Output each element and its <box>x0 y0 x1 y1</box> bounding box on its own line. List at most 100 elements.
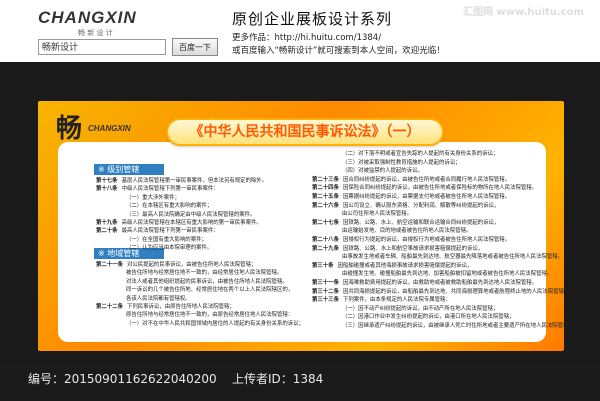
article-text: 由事故发生地或者车辆、船舶最先到达地、航空器最先降落地或者被告住所地人民法院管辖… <box>342 254 564 261</box>
article-text: 因共同海损提起的诉讼，由船舶最先到达地、共同海损理算地或者航程终止地的人民法院管… <box>342 288 570 295</box>
article-line: 第十九条 高级人民法院管辖在本辖区有重大影响的第一审民事案件。 <box>96 219 262 227</box>
brand-logo: CHANGXIN <box>38 8 137 27</box>
article-text: 中级人民法院管辖下列第一审民事案件： <box>121 186 219 193</box>
article-number: 第二十八条 <box>312 237 339 243</box>
article-line: 第二十二条 下列民事诉讼，由原告住所地人民法院管辖； <box>96 303 235 311</box>
article-line: 第二十七条 因铁路、公路、水上、航空运输和联合运输合同纠纷提起的诉讼， <box>312 219 499 227</box>
article-text: 由公司住所地人民法院管辖。 <box>342 211 413 218</box>
article-text: 对法人或者其他组织提起的民事诉讼，由被告住所地人民法院管辖。 <box>126 278 288 285</box>
article-number: 第三十二条 <box>312 288 339 295</box>
article-text: （二）对下落不明或者宣告失踪的人提起的有关身份关系的诉讼； <box>342 151 499 157</box>
article-number: 第二十九条 <box>312 245 339 252</box>
article-text: （二）在本辖区有重大影响的案件； <box>126 203 213 210</box>
article-text: 因海难救助费用提起的诉讼，由救助地或者被救助船舶最先到达地人民法院管辖。 <box>342 280 538 286</box>
article-number: 第十八条 <box>96 186 118 193</box>
article-number: 第三十条 <box>312 262 334 269</box>
article-text: 因公司设立、确认股东资格、分配利润、解散等纠纷提起的诉讼， <box>342 202 500 209</box>
article-line: （一）因不动产纠纷提起的诉讼，由不动产所在地人民法院管辖； <box>312 305 498 313</box>
article-line: （二）因港口作业中发生纠纷提起的诉讼，由港口所在地人民法院管辖； <box>312 313 515 321</box>
article-line: 第二十四条 因保险合同纠纷提起的诉讼，由被告住所地或者保险标的物所在地人民法院管辖… <box>312 184 537 192</box>
article-text: 被告住所地与经常居住地不一致的，由经常居住地人民法院管辖。 <box>126 270 283 277</box>
series-title: 原创企业展板设计系列 <box>232 10 393 28</box>
article-number: 第三十三条 <box>312 297 339 304</box>
article-line: 由碰撞发生地、碰撞船舶最先到达地、加害船舶被扣留地或者被告住所地人民法院管辖。 <box>312 270 552 278</box>
more-works-link[interactable]: 更多作品：http://hi.huitu.com/1384/ <box>232 31 381 43</box>
article-number: 第十七条 <box>96 178 118 184</box>
article-line: 由事故发生地或者车辆、船舶最先到达地、航空器最先降落地或者被告住所地人民法院管辖… <box>312 253 563 261</box>
article-text: （三）最高人民法院确定由中级人民法院管辖的案件。 <box>126 211 256 218</box>
article-text: 原告住所地与经常居住地不一致的，由原告经常居住地人民法院管辖： <box>126 312 294 319</box>
article-line: 被告住所地与经常居住地不一致的，由经常居住地人民法院管辖。 <box>96 269 282 277</box>
article-text: （二）因港口作业中发生纠纷提起的诉讼，由港口所在地人民法院管辖； <box>342 314 515 321</box>
article-number: 第二十一条 <box>96 262 123 268</box>
board-logo-text: CHANGXIN <box>88 124 131 133</box>
article-text: 同一诉讼的几个被告住所地、经常居住地在两个以上人民法院辖区的， <box>126 287 294 294</box>
article-text: （三）对被采取强制性教育措施的人提起的诉讼； <box>342 159 461 166</box>
article-text: （一）因不动产纠纷提起的诉讼，由不动产所在地人民法院管辖； <box>342 305 499 312</box>
article-text: （二）认为应当由本院审理的案件。 <box>126 245 213 252</box>
article-line: 第二十六条 因公司设立、确认股东资格、分配利润、解散等纠纷提起的诉讼， <box>312 202 499 210</box>
article-text: 因保险合同纠纷提起的诉讼，由被告住所地或者保险标的物所在地人民法院管辖。 <box>342 185 538 192</box>
article-text: 由碰撞发生地、碰撞船舶最先到达地、加害船舶被扣留地或者被告住所地人民法院管辖。 <box>342 271 553 278</box>
article-number: 第三十一条 <box>312 280 339 286</box>
article-line: 第二十八条 因侵权行为提起的诉讼，由侵权行为地或者被告住所地人民法院管辖。 <box>312 236 510 244</box>
article-line: 第三十二条 因共同海损提起的诉讼，由船舶最先到达地、共同海损理算地或者航程终止地的… <box>312 288 569 296</box>
article-text: 因合同纠纷提起的诉讼，由被告住所地或者合同履行地人民法院管辖。 <box>342 176 511 183</box>
article-text: 高级人民法院管辖在本辖区有重大影响的第一审民事案件。 <box>121 220 262 226</box>
article-line: （一）重大涉外案件； <box>96 194 180 202</box>
article-line: 由运输始发地、目的地或者被告住所地人民法院管辖。 <box>312 227 471 235</box>
search-button[interactable]: 百度一下 <box>172 38 218 56</box>
article-text: （四）对被监禁的人提起的诉讼。 <box>342 168 423 175</box>
article-line: 同一诉讼的几个被告住所地、经常居住地在两个以上人民法院辖区的， <box>96 286 293 294</box>
article-line: 由公司住所地人民法院管辖。 <box>312 210 412 218</box>
article-number: 第二十五条 <box>312 194 339 200</box>
section-level-jurisdiction: ※ 级别管辖 <box>94 164 164 175</box>
article-line: 第二十条 最高人民法院管辖下列第一审民事案件： <box>96 227 219 235</box>
article-text: 对公民提起的民事诉讼，由被告住所地人民法院管辖； <box>126 262 257 268</box>
article-text: 因船舶碰撞或者其他海损事故请求损害赔偿提起的诉讼， <box>337 262 473 269</box>
article-text: （一）在全国有重大影响的案件； <box>126 236 207 243</box>
article-number: 第二十四条 <box>312 185 339 192</box>
article-line: （二）在本辖区有重大影响的案件； <box>96 202 212 210</box>
article-line: （一）在全国有重大影响的案件； <box>96 236 207 244</box>
article-line: 对法人或者其他组织提起的民事诉讼，由被告住所地人民法院管辖。 <box>96 278 288 286</box>
article-line: 第二十五条 因票据纠纷提起的诉讼，由票据支付地或者被告住所地人民法院管辖。 <box>312 193 510 201</box>
article-line: （三）最高人民法院确定由中级人民法院管辖的案件。 <box>96 211 255 219</box>
article-line: （一）对不在中华人民共和国领域内居住的人提起的有关身份关系的诉讼； <box>96 320 304 328</box>
brand-subtitle: 畅 新 设 计 <box>78 29 113 37</box>
article-text: 各该人民法院都有管辖权。 <box>126 295 191 302</box>
article-line: （二）对下落不明或者宣告失踪的人提起的有关身份关系的诉讼； <box>312 150 498 158</box>
article-text: 最高人民法院管辖下列第一审民事案件： <box>121 228 219 235</box>
search-hint: 或百度输入“畅新设计”就可搜索到本人空间，欢迎光临！ <box>232 46 445 56</box>
article-line: （三）对被采取强制性教育措施的人提起的诉讼； <box>312 159 461 167</box>
article-text: 由运输始发地、目的地或者被告住所地人民法院管辖。 <box>342 228 472 235</box>
article-line: （二）认为应当由本院审理的案件。 <box>96 244 212 252</box>
article-line: 第二十一条 对公民提起的民事诉讼，由被告住所地人民法院管辖； <box>96 261 256 269</box>
article-number: 第二十六条 <box>312 202 339 209</box>
board-logo-icon: 畅 <box>56 114 83 144</box>
article-line: 原告住所地与经常居住地不一致的，由原告经常居住地人民法院管辖： <box>96 311 293 319</box>
article-text: （一）重大涉外案件； <box>126 194 180 201</box>
article-text: 因票据纠纷提起的诉讼，由票据支付地或者被告住所地人民法院管辖。 <box>342 194 511 200</box>
article-text: 因铁路、公路、水上和航空事故请求损害赔偿提起的诉讼， <box>342 245 484 252</box>
article-line: 各该人民法院都有管辖权。 <box>96 295 191 303</box>
article-line: 第三十一条 因海难救助费用提起的诉讼，由救助地或者被救助船舶最先到达地人民法院管辖… <box>312 279 537 287</box>
article-number: 第二十三条 <box>312 176 339 183</box>
article-number: 第二十二条 <box>96 304 123 310</box>
article-number: 第十九条 <box>96 220 118 226</box>
article-line: （三）因继承遗产纠纷提起的诉讼，由被继承人死亡时住所地或者主要遗产所在地人民法院… <box>312 322 574 330</box>
site-watermark: 汇图网 www.huitu.com <box>463 7 584 18</box>
article-text: 基层人民法院管辖第一审民事案件，但本法另有规定的除外。 <box>121 178 268 184</box>
article-line: 第三十三条 下列案件，由本条规定的人民法院专属管辖： <box>312 296 451 304</box>
board-title: 《中华人民共和国民事诉讼法》（一） <box>166 118 444 146</box>
search-input[interactable]: 畅新设计 <box>38 39 166 55</box>
article-line: 第十七条 基层人民法院管辖第一审民事案件，但本法另有规定的除外。 <box>96 177 267 185</box>
article-line: 第三十条 因船舶碰撞或者其他海损事故请求损害赔偿提起的诉讼， <box>312 262 472 270</box>
article-text: 下列民事诉讼，由原告住所地人民法院管辖； <box>126 304 235 310</box>
article-line: 第十八条 中级人民法院管辖下列第一审民事案件： <box>96 185 219 193</box>
article-number: 第二十七条 <box>312 219 339 226</box>
article-number: 第二十条 <box>96 228 118 235</box>
article-line: （四）对被监禁的人提起的诉讼。 <box>312 167 423 175</box>
article-text: 下列案件，由本条规定的人民法院专属管辖： <box>342 297 451 304</box>
article-text: （三）因继承遗产纠纷提起的诉讼，由被继承人死亡时住所地或者主要遗产所在地人民法院… <box>342 323 574 329</box>
